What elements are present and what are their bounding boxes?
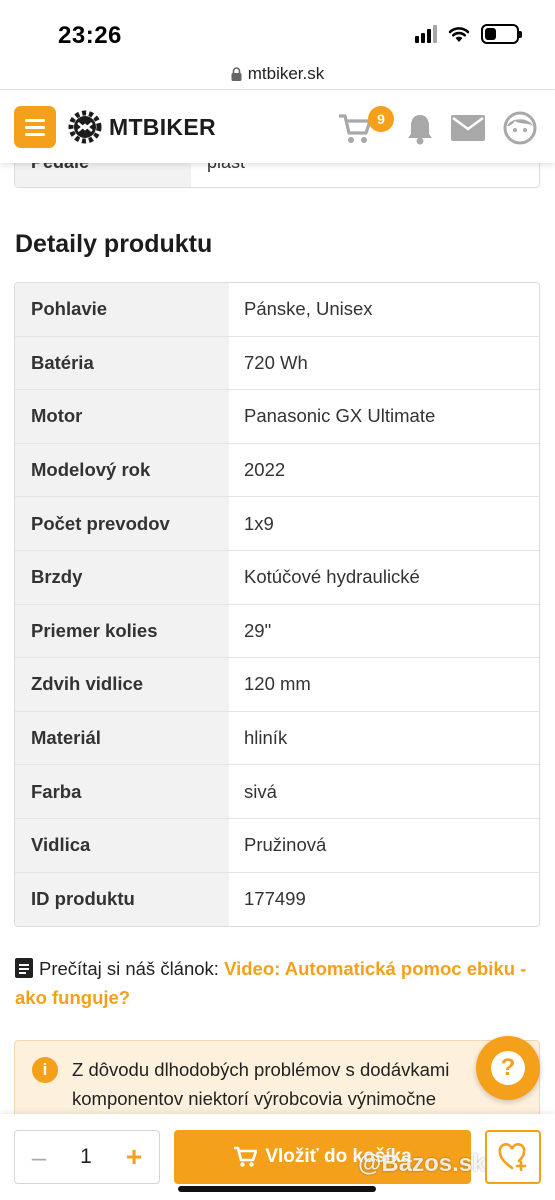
spec-label: Počet prevodov: [15, 497, 229, 550]
table-row: Priemer kolies 29": [15, 604, 539, 659]
site-header: MTBIKER 9: [0, 91, 555, 163]
table-row: Materiál hliník: [15, 711, 539, 766]
status-icons: [415, 24, 522, 44]
wishlist-button[interactable]: [485, 1130, 541, 1184]
cart-icon: [234, 1146, 258, 1167]
user-avatar-icon[interactable]: [503, 111, 537, 145]
quantity-value[interactable]: 1: [80, 1145, 92, 1169]
help-button[interactable]: ?: [476, 1036, 540, 1100]
spec-value: 1x9: [244, 512, 274, 534]
notice-text: Z dôvodu dlhodobých problémov s dodávkam…: [72, 1059, 450, 1109]
spec-value: Pánske, Unisex: [244, 298, 373, 320]
info-icon: i: [32, 1057, 58, 1083]
product-details-table: Pohlavie Pánske, Unisex Batéria 720 Wh Mot…: [14, 282, 540, 928]
question-icon: ?: [491, 1051, 525, 1085]
table-row: Motor Panasonic GX Ultimate: [15, 390, 539, 444]
logo[interactable]: MTBIKER: [67, 109, 216, 145]
table-row: Pohlavie Pánske, Unisex: [15, 283, 539, 337]
table-row: Modelový rok 2022: [15, 443, 539, 498]
spec-value: Pružinová: [244, 834, 327, 856]
battery-icon: [481, 24, 522, 44]
spec-label: Pohlavie: [15, 283, 229, 336]
mail-icon[interactable]: [451, 115, 485, 141]
article-prefix: Prečítaj si náš článok:: [39, 958, 219, 979]
spec-value: 120 mm: [244, 673, 311, 695]
spec-label: Motor: [15, 390, 229, 443]
table-row: Počet prevodov 1x9: [15, 497, 539, 551]
table-row: Zdvih vidlice 120 mm: [15, 658, 539, 712]
notice-box: i Z dôvodu dlhodobých problémov s dodávk…: [14, 1040, 540, 1120]
wifi-icon: [448, 27, 470, 42]
spec-label: Vidlica: [15, 818, 229, 872]
increase-quantity-button[interactable]: +: [123, 1141, 145, 1173]
status-time: 23:26: [58, 22, 122, 49]
spec-value: sivá: [244, 780, 277, 802]
spec-label: Zdvih vidlice: [15, 658, 229, 711]
watermark: @Bazos.sk: [358, 1150, 486, 1177]
quantity-stepper: – 1 +: [14, 1130, 160, 1184]
table-row: ID produktu 177499: [15, 872, 539, 927]
spec-value: Kotúčové hydraulické: [244, 566, 420, 588]
table-row: Brzdy Kotúčové hydraulické: [15, 550, 539, 605]
section-title: Detaily produktu: [15, 230, 213, 258]
document-icon: [15, 958, 33, 978]
lock-icon: [231, 66, 242, 81]
spec-label: Materiál: [15, 711, 229, 765]
article-promo: Prečítaj si náš článok: Video: Automatic…: [15, 954, 535, 1012]
spec-label: Batéria: [15, 336, 229, 390]
decrease-quantity-button[interactable]: –: [29, 1142, 49, 1173]
spec-label: Brzdy: [15, 550, 229, 604]
bell-icon[interactable]: [405, 112, 435, 146]
spec-value: Panasonic GX Ultimate: [244, 405, 436, 427]
spec-label: ID produktu: [15, 872, 229, 927]
spec-value: 2022: [244, 459, 286, 481]
url-text: mtbiker.sk: [247, 63, 325, 83]
status-bar: 23:26: [0, 0, 555, 60]
spec-value: 177499: [244, 888, 306, 910]
logo-gear-icon: [68, 110, 102, 144]
address-bar[interactable]: mtbiker.sk: [0, 58, 555, 90]
table-row: Batéria 720 Wh: [15, 336, 539, 391]
spec-value: hliník: [244, 727, 288, 749]
table-row: Vidlica Pružinová: [15, 818, 539, 873]
spec-label: Priemer kolies: [15, 604, 229, 658]
logo-text: MTBIKER: [109, 113, 216, 140]
spec-value: 29": [244, 619, 272, 641]
spec-label: Farba: [15, 765, 229, 818]
heart-plus-icon: [498, 1143, 527, 1171]
menu-button[interactable]: [14, 106, 56, 148]
home-indicator: [178, 1186, 376, 1192]
spec-value: 720 Wh: [244, 351, 308, 373]
signal-icon: [415, 25, 437, 43]
table-row: Farba sivá: [15, 765, 539, 819]
spec-label: Modelový rok: [15, 443, 229, 497]
cart-count-badge: 9: [368, 106, 394, 132]
